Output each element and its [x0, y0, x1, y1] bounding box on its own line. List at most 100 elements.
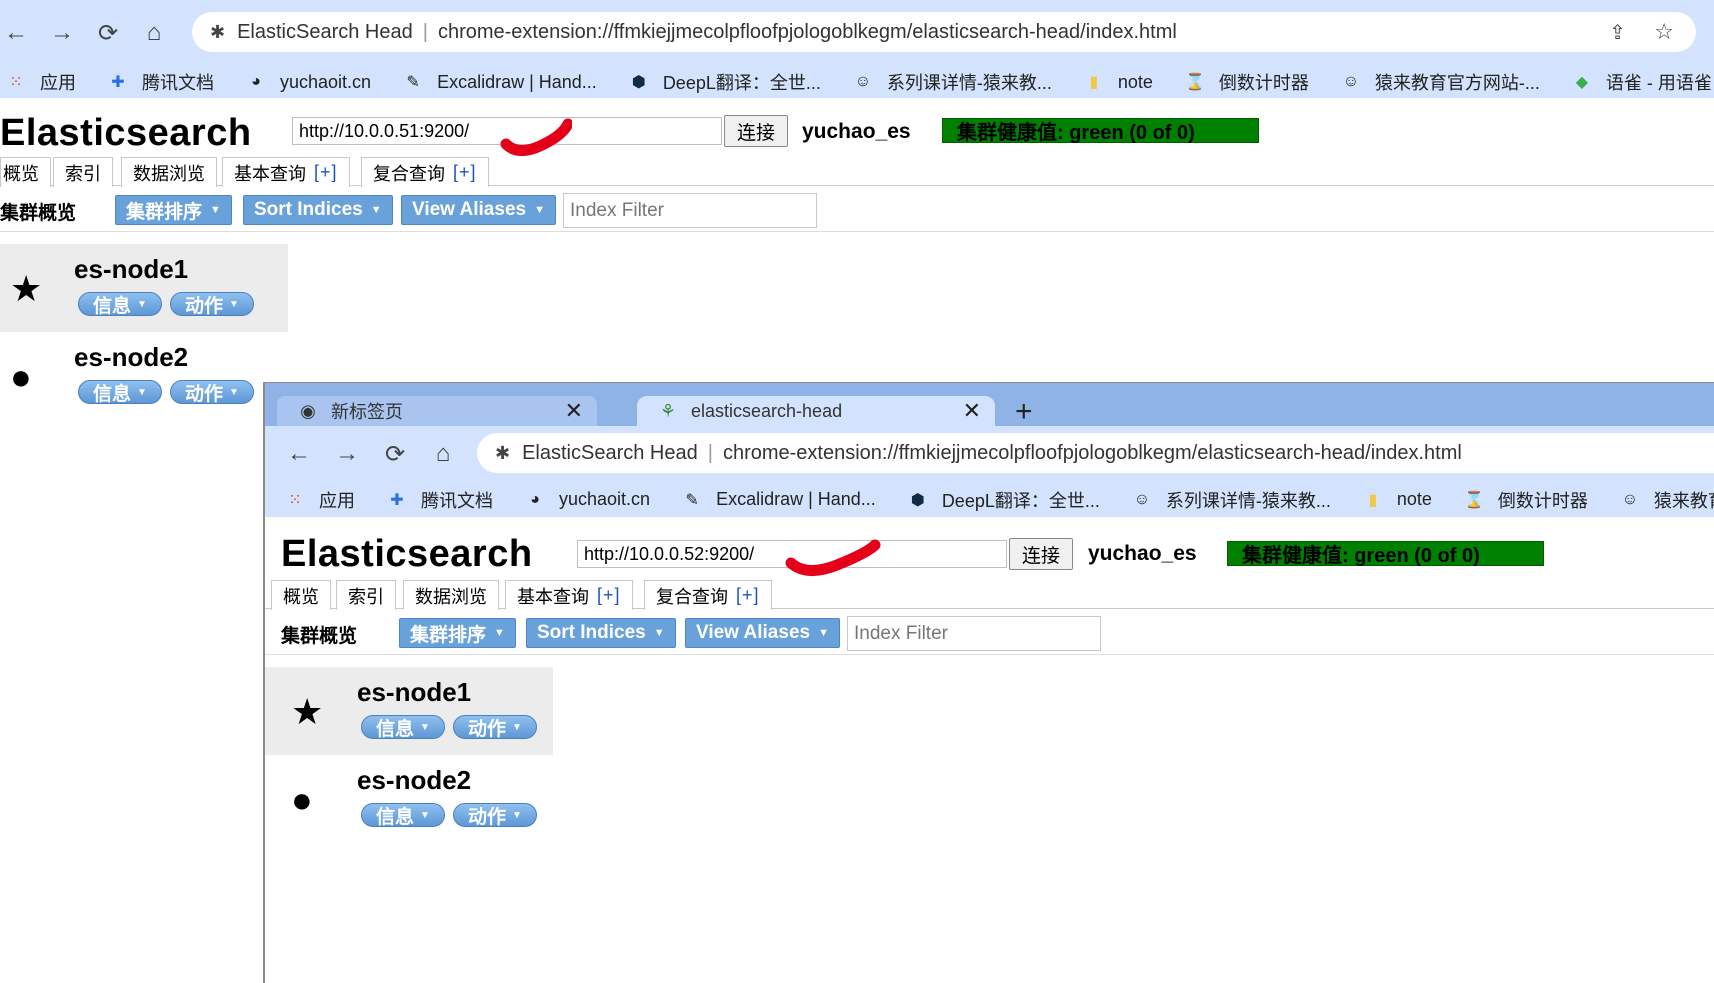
close-tab-icon[interactable]: ✕ — [565, 398, 583, 424]
forward-arrow-icon[interactable]: → — [333, 440, 361, 468]
deepl-icon: ⬢ — [631, 74, 646, 91]
bookmark-official[interactable]: ☺猿来教育官 — [1620, 487, 1714, 513]
yuque-icon: ◆ — [1575, 74, 1589, 91]
site-title: ElasticSearch Head — [522, 441, 698, 464]
bookmark-timer[interactable]: ⌛ 倒数计时器 — [1464, 487, 1588, 513]
reload-icon[interactable]: ⟳ — [381, 440, 409, 469]
bookmark-official[interactable]: ☺ 猿来教育官方网站-... — [1341, 69, 1540, 95]
overview-toolbar: 集群概览 集群排序 ▼ Sort Indices ▼ View Aliases ▼ I… — [265, 610, 1714, 655]
cluster-sort-button[interactable]: 集群排序 ▼ — [399, 618, 516, 648]
node-action-button[interactable]: 动作 ▼ — [170, 380, 254, 405]
caret-down-icon: ▼ — [653, 627, 665, 639]
sort-indices-button[interactable]: Sort Indices ▼ — [243, 195, 393, 225]
tab-overview[interactable]: 概览 — [0, 157, 51, 187]
tab-indices[interactable]: 索引 — [336, 580, 396, 610]
new-tab-icon[interactable]: + — [1015, 395, 1033, 429]
view-aliases-button[interactable]: View Aliases ▼ — [685, 618, 840, 648]
forward-arrow-icon[interactable]: → — [48, 19, 76, 47]
overview-toolbar: 集群概览 集群排序 ▼ Sort Indices ▼ View Aliases ▼ I… — [0, 187, 1714, 232]
tab-browser[interactable]: 数据浏览 — [403, 580, 499, 610]
tab-browser[interactable]: 数据浏览 — [121, 157, 217, 187]
share-icon[interactable]: ⇪ — [1609, 20, 1626, 45]
bookmark-tencent-docs[interactable]: ✚ 腾讯文档 — [108, 69, 214, 95]
node-action-button[interactable]: 动作 ▼ — [453, 803, 537, 828]
star-icon[interactable]: ☆ — [1654, 19, 1674, 45]
tab-compound-query[interactable]: 复合查询 [+] — [644, 580, 772, 610]
node-card: ★ es-node1 信息 ▼ 动作 ▼ — [0, 244, 288, 332]
bookmarks-bar: ⁙ 应用 ✚ 腾讯文档 ◕ yuchaoit.cn ✎ Excalidraw | Han… — [265, 482, 1714, 517]
back-arrow-icon[interactable]: ← — [2, 19, 30, 47]
caret-down-icon: ▼ — [420, 809, 430, 821]
bookmark-course[interactable]: ☺ 系列课详情-猿来教... — [853, 69, 1052, 95]
tab-overview[interactable]: 概览 — [271, 580, 331, 610]
close-tab-icon[interactable]: ✕ — [963, 398, 981, 424]
apps-grid-icon: ⁙ — [288, 491, 302, 509]
caret-down-icon: ▼ — [512, 721, 522, 733]
node-info-button[interactable]: 信息 ▼ — [78, 292, 162, 317]
bookmark-excalidraw[interactable]: ✎ Excalidraw | Hand... — [682, 489, 875, 510]
tab-compound-query[interactable]: 复合查询 [+] — [361, 157, 489, 187]
sort-indices-button[interactable]: Sort Indices ▼ — [526, 618, 676, 648]
es-head-app: Elasticsearch http://10.0.0.52:9200/ 连接 … — [265, 517, 1714, 983]
browser-tab-newtab[interactable]: ◉ 新标签页 ✕ — [277, 396, 597, 426]
node-info-button[interactable]: 信息 ▼ — [361, 715, 445, 740]
globe-icon: ◕ — [251, 73, 261, 90]
caret-down-icon: ▼ — [534, 204, 545, 216]
url-text: chrome-extension://ffmkiejjmecolpfloofpj… — [722, 441, 1462, 464]
node-card: ★ es-node1 信息 ▼ 动作 ▼ — [265, 667, 553, 755]
cluster-sort-button[interactable]: 集群排序 ▼ — [115, 195, 232, 225]
hourglass-icon: ⌛ — [1463, 491, 1484, 509]
bookmark-yuchaoit[interactable]: ◕ yuchaoit.cn — [525, 489, 650, 510]
bookmark-yuchaoit[interactable]: ◕ yuchaoit.cn — [246, 72, 371, 93]
bookmark-apps[interactable]: ⁙ 应用 — [285, 487, 355, 513]
caret-down-icon: ▼ — [494, 627, 505, 639]
bookmark-course[interactable]: ☺ 系列课详情-猿来教... — [1132, 487, 1331, 513]
index-filter-input[interactable]: Index Filter — [847, 616, 1101, 651]
bookmark-apps[interactable]: ⁙ 应用 — [6, 69, 76, 95]
bookmark-timer[interactable]: ⌛ 倒数计时器 — [1185, 69, 1309, 95]
node-action-button[interactable]: 动作 ▼ — [170, 292, 254, 317]
node-info-button[interactable]: 信息 ▼ — [361, 803, 445, 828]
back-arrow-icon[interactable]: ← — [285, 440, 313, 468]
reload-icon[interactable]: ⟳ — [94, 19, 122, 48]
excalidraw-icon: ✎ — [406, 74, 420, 91]
caret-down-icon: ▼ — [229, 298, 239, 310]
connect-button[interactable]: 连接 — [724, 115, 788, 147]
tab-basic-query[interactable]: 基本查询 [+] — [222, 157, 350, 187]
view-aliases-button[interactable]: View Aliases ▼ — [401, 195, 556, 225]
apps-grid-icon: ⁙ — [9, 74, 23, 91]
home-icon[interactable]: ⌂ — [140, 19, 168, 47]
bookmark-deepl[interactable]: ⬢ DeepL翻译：全世... — [908, 487, 1100, 513]
address-bar[interactable]: ✱ ElasticSearch Head | chrome-extension:… — [477, 433, 1714, 473]
bookmark-deepl[interactable]: ⬢ DeepL翻译：全世... — [629, 69, 821, 95]
monkey-icon: ☺ — [1621, 490, 1639, 508]
red-scribble — [785, 539, 881, 576]
tab-basic-query[interactable]: 基本查询 [+] — [505, 580, 633, 610]
node-info-button[interactable]: 信息 ▼ — [78, 380, 162, 405]
excalidraw-icon: ✎ — [685, 491, 699, 509]
puzzle-icon: ✱ — [495, 442, 511, 463]
node-action-button[interactable]: 动作 ▼ — [453, 715, 537, 740]
site-title: ElasticSearch Head — [237, 20, 413, 43]
folder-icon: ▮ — [1368, 491, 1378, 509]
url-text: chrome-extension://ffmkiejjmecolpfloofpj… — [437, 20, 1177, 43]
caret-down-icon: ▼ — [210, 204, 221, 216]
bookmark-note[interactable]: ▮ note — [1363, 489, 1431, 510]
tab-indices[interactable]: 索引 — [53, 157, 113, 187]
overview-title: 集群概览 — [0, 203, 77, 224]
front-browser-window: ◉ 新标签页 ✕ ⚘ elasticsearch-head ✕ + ← → ⟳ … — [263, 382, 1714, 983]
index-filter-input[interactable]: Index Filter — [563, 193, 817, 228]
bookmark-note[interactable]: ▮ note — [1084, 72, 1152, 93]
bookmark-tencent-docs[interactable]: ✚ 腾讯文档 — [387, 487, 493, 513]
es-head-icon: ⚘ — [659, 400, 677, 421]
connect-button[interactable]: 连接 — [1009, 538, 1073, 570]
browser-tab-es-head[interactable]: ⚘ elasticsearch-head ✕ — [637, 396, 995, 426]
app-title: Elasticsearch — [281, 533, 533, 575]
bookmark-excalidraw[interactable]: ✎ Excalidraw | Hand... — [403, 72, 596, 93]
address-bar[interactable]: ✱ ElasticSearch Head | chrome-extension:… — [192, 12, 1696, 52]
home-icon[interactable]: ⌂ — [429, 440, 457, 468]
node-name: es-node2 — [357, 765, 472, 795]
monkey-icon: ☺ — [1133, 490, 1151, 508]
cluster-health-badge: 集群健康值: green (0 of 0) — [942, 118, 1259, 144]
bookmark-yuque[interactable]: ◆语雀 - 用语雀，构 — [1572, 69, 1714, 95]
